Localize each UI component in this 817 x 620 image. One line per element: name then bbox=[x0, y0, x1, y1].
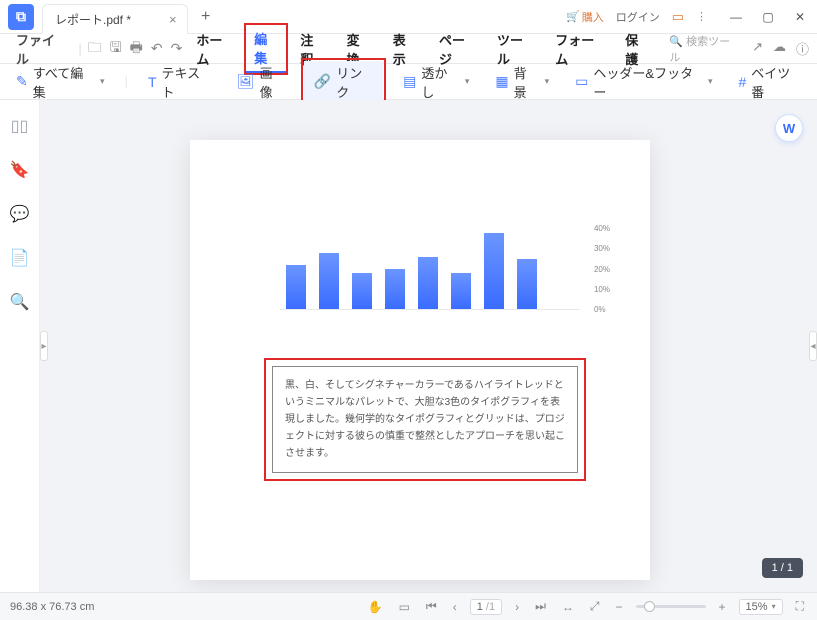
page-counter-badge: 1 / 1 bbox=[762, 558, 803, 578]
document-page[interactable]: 40%30%20%10%0% 黒、白、そしてシグネチャーカラーであるハイライトレ… bbox=[190, 140, 650, 580]
chart-bar bbox=[319, 253, 339, 309]
zoom-thumb[interactable] bbox=[644, 601, 655, 612]
chevron-down-icon: ▾ bbox=[545, 76, 550, 87]
bates-icon: # bbox=[739, 74, 747, 90]
chart-ytick: 10% bbox=[594, 285, 610, 294]
comments-panel-icon[interactable]: 💬 bbox=[10, 204, 30, 224]
undo-icon[interactable]: ↶ bbox=[151, 40, 163, 57]
notification-icon[interactable]: ▭ bbox=[672, 9, 684, 25]
menu-share-group: ↗ ☁ ⓘ bbox=[752, 39, 809, 58]
page-input[interactable]: 1 /1 bbox=[470, 599, 502, 615]
window-controls: — ▢ ✕ bbox=[719, 10, 811, 24]
collapse-right-icon[interactable]: ◂ bbox=[809, 331, 817, 361]
word-export-badge[interactable]: W bbox=[775, 114, 803, 142]
chart-bar bbox=[451, 273, 471, 309]
text-icon: T bbox=[148, 74, 157, 90]
zoom-in-icon[interactable]: + bbox=[716, 600, 729, 614]
bates-button[interactable]: # ベイツ番 bbox=[733, 59, 807, 105]
save-icon[interactable]: 🖫 bbox=[110, 37, 122, 61]
chart-ytick: 40% bbox=[594, 224, 610, 233]
quick-icons: 🗀 🖫 🖶 ↶ ↷ bbox=[88, 37, 183, 61]
chart-bar bbox=[517, 259, 537, 309]
header-footer-button[interactable]: ▭ ヘッダー&フッター ▾ bbox=[569, 59, 718, 105]
watermark-button[interactable]: ▤ 透かし ▾ bbox=[397, 59, 475, 105]
chart-bar bbox=[385, 269, 405, 309]
main-area: ▯▯ 🔖 💬 📄 🔍 ▸ ◂ W 40%30%20%10%0% 黒、白、そしてシ… bbox=[0, 100, 817, 592]
bookmark-icon[interactable]: 🔖 bbox=[10, 160, 30, 180]
titlebar-right-group: 🛒購入 ログイン ▭ ⋮ — ▢ ✕ bbox=[566, 9, 817, 25]
next-page-icon[interactable]: › bbox=[512, 600, 522, 614]
minimize-icon[interactable]: — bbox=[725, 10, 747, 24]
background-icon: ▦ bbox=[495, 73, 508, 90]
background-button[interactable]: ▦ 背景 ▾ bbox=[489, 59, 555, 105]
watermark-icon: ▤ bbox=[403, 73, 416, 90]
prev-page-icon[interactable]: ‹ bbox=[450, 600, 460, 614]
highlighted-text-region[interactable]: 黒、白、そしてシグネチャーカラーであるハイライトレッドというミニマルなパレットで… bbox=[266, 360, 584, 479]
separator: | bbox=[78, 41, 81, 56]
fit-page-icon[interactable]: ⤢ bbox=[587, 599, 603, 614]
print-icon[interactable]: 🖶 bbox=[130, 37, 143, 61]
close-window-icon[interactable]: ✕ bbox=[789, 10, 811, 24]
cloud-icon[interactable]: ☁ bbox=[773, 39, 786, 58]
purchase-link[interactable]: 🛒購入 bbox=[566, 9, 604, 25]
chart-bar bbox=[418, 257, 438, 309]
redo-icon[interactable]: ↷ bbox=[171, 40, 183, 57]
edit-all-button[interactable]: ✎ すべて編集 ▾ bbox=[10, 59, 111, 105]
text-button[interactable]: T テキスト bbox=[142, 59, 217, 105]
zoom-slider[interactable] bbox=[636, 605, 706, 608]
close-tab-icon[interactable]: × bbox=[169, 12, 177, 27]
status-bar: 96.38 x 76.73 cm ✋ ▭ ⏮ ‹ 1 /1 › ⏭ ↔ ⤢ − … bbox=[0, 592, 817, 620]
kebab-menu-icon[interactable]: ⋮ bbox=[696, 10, 707, 23]
chart-ytick: 0% bbox=[594, 305, 610, 314]
zoom-dropdown[interactable]: 15%▾ bbox=[739, 599, 783, 615]
share-icon[interactable]: ↗ bbox=[752, 39, 763, 58]
maximize-icon[interactable]: ▢ bbox=[757, 10, 779, 24]
help-icon[interactable]: ⓘ bbox=[796, 39, 809, 58]
hand-tool-icon[interactable]: ✋ bbox=[365, 600, 386, 614]
image-button[interactable]: 🖼 画像 bbox=[231, 59, 290, 105]
zoom-out-icon[interactable]: − bbox=[613, 600, 626, 614]
left-sidebar: ▯▯ 🔖 💬 📄 🔍 bbox=[0, 100, 40, 592]
chart-ytick: 30% bbox=[594, 244, 610, 253]
chevron-down-icon: ▾ bbox=[100, 76, 105, 87]
chevron-down-icon: ▾ bbox=[708, 76, 713, 87]
text-content: 黒、白、そしてシグネチャーカラーであるハイライトレッドというミニマルなパレットで… bbox=[272, 366, 578, 473]
link-icon: 🔗 bbox=[314, 73, 331, 90]
collapse-left-icon[interactable]: ▸ bbox=[40, 331, 48, 361]
chart-bar bbox=[352, 273, 372, 309]
chart-bar bbox=[484, 233, 504, 309]
header-footer-icon: ▭ bbox=[575, 73, 588, 90]
login-link[interactable]: ログイン bbox=[616, 9, 660, 25]
last-page-icon[interactable]: ⏭ bbox=[532, 599, 549, 614]
edit-toolbar: ✎ すべて編集 ▾ | T テキスト 🖼 画像 🔗 リンク ▤ 透かし ▾ ▦ … bbox=[0, 64, 817, 100]
fit-width-icon[interactable]: ↔ bbox=[559, 600, 577, 614]
fullscreen-icon[interactable]: ⛶ bbox=[793, 599, 807, 614]
chart: 40%30%20%10%0% bbox=[280, 230, 580, 340]
link-button[interactable]: 🔗 リンク bbox=[304, 61, 383, 103]
chevron-down-icon: ▾ bbox=[465, 76, 470, 87]
attachments-icon[interactable]: 📄 bbox=[10, 248, 30, 268]
search-panel-icon[interactable]: 🔍 bbox=[10, 292, 30, 312]
first-page-icon[interactable]: ⏮ bbox=[423, 599, 440, 614]
canvas[interactable]: ▸ ◂ W 40%30%20%10%0% 黒、白、そしてシグネチャーカラーである… bbox=[40, 100, 817, 592]
edit-all-icon: ✎ bbox=[16, 73, 28, 90]
image-icon: 🖼 bbox=[237, 73, 255, 90]
chart-ytick: 20% bbox=[594, 265, 610, 274]
separator: | bbox=[125, 74, 128, 89]
page-dimensions: 96.38 x 76.73 cm bbox=[10, 601, 94, 613]
open-icon[interactable]: 🗀 bbox=[88, 37, 102, 61]
thumbnails-icon[interactable]: ▯▯ bbox=[11, 116, 29, 136]
select-tool-icon[interactable]: ▭ bbox=[396, 600, 413, 614]
chart-bar bbox=[286, 265, 306, 309]
